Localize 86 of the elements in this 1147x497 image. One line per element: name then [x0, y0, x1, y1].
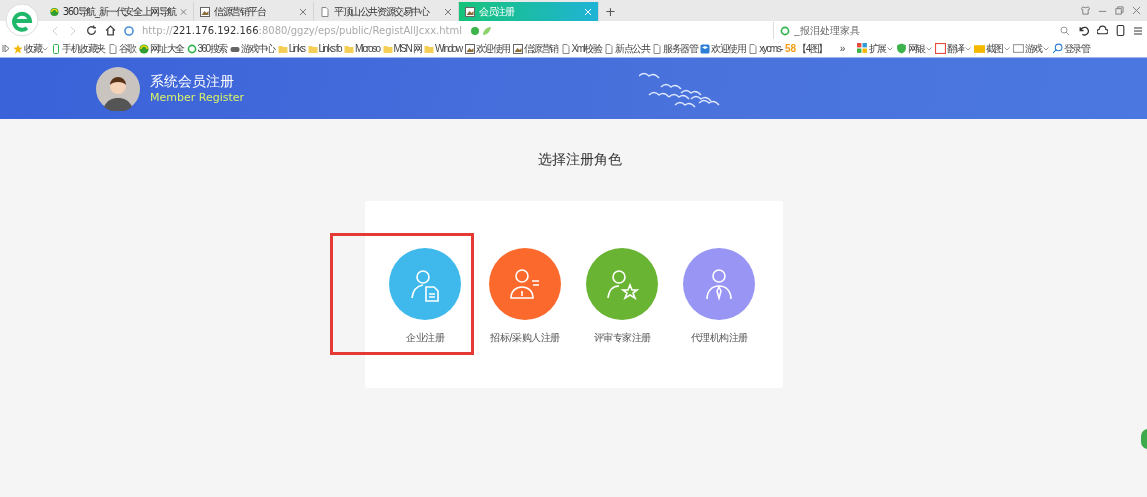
bookmark[interactable]: 游戏中心	[229, 41, 275, 56]
bookmark[interactable]: Microso	[344, 43, 380, 54]
restore-icon[interactable]	[1115, 6, 1124, 15]
toolbar-item[interactable]: 登录管	[1051, 41, 1090, 56]
image-icon	[464, 43, 475, 54]
folder-icon	[307, 43, 318, 54]
orb-icon	[138, 43, 149, 54]
folder-icon	[277, 43, 288, 54]
page-icon	[604, 43, 615, 54]
star-icon	[13, 43, 23, 54]
bookmark[interactable]: 收藏	[13, 41, 48, 56]
caret-icon	[925, 46, 932, 51]
globe-icon	[124, 25, 134, 36]
role-option[interactable]: 招标/采购人注册	[476, 248, 574, 345]
toolbar-item[interactable]: 截图	[973, 41, 1010, 56]
bookmark[interactable]: 信源营销	[512, 41, 558, 56]
avatar-icon	[96, 66, 140, 111]
page-icon	[560, 43, 571, 54]
shirt-icon[interactable]	[1081, 6, 1090, 15]
folder-icon	[344, 43, 354, 54]
header-title: 系统会员注册	[150, 73, 235, 91]
cloud-icon[interactable]	[1097, 25, 1108, 36]
bookmark[interactable]: Window	[424, 43, 462, 54]
bookmark[interactable]: Xml校验	[560, 41, 602, 56]
phone-icon[interactable]	[1116, 25, 1125, 36]
toolbar-item[interactable]: 网银	[895, 41, 932, 56]
bookmark[interactable]: xycms-	[748, 43, 782, 54]
bookmark[interactable]: 网址大全	[138, 41, 184, 56]
new-tab-button[interactable]: +	[605, 2, 616, 21]
bookmark[interactable]: 服务器管	[652, 41, 698, 56]
bookmark[interactable]: 手机收藏夹	[51, 41, 105, 56]
close-icon[interactable]	[179, 7, 187, 16]
image-icon	[512, 43, 523, 54]
folder-icon	[424, 43, 435, 54]
page-heading: 选择注册角色	[537, 151, 622, 169]
bookmark[interactable]: 360搜索	[186, 41, 227, 56]
undo-icon[interactable]	[1078, 25, 1089, 36]
reload-icon[interactable]	[86, 25, 97, 36]
apps-icon	[856, 43, 868, 54]
home-icon[interactable]	[105, 25, 116, 36]
search-engine-icon	[780, 25, 790, 36]
close-icon[interactable]	[444, 7, 452, 16]
folder-icon	[382, 43, 393, 54]
bookmark[interactable]: Links fo	[307, 43, 341, 54]
caret-icon	[42, 46, 48, 51]
sidebar-toggle-icon[interactable]	[2, 44, 10, 53]
bookmark[interactable]: 新点公共	[604, 41, 650, 56]
phone-icon	[51, 43, 61, 54]
cube-icon	[700, 43, 711, 54]
bookmark[interactable]: 欢迎使用	[700, 41, 746, 56]
bookmark[interactable]: Links	[277, 43, 305, 54]
logo-text: 58	[785, 43, 797, 54]
search-icon	[1051, 43, 1063, 54]
bookmark[interactable]: 谷歌	[107, 41, 136, 56]
page-icon	[652, 43, 663, 54]
toolbar-item[interactable]: 翻译	[934, 41, 971, 56]
image-icon	[465, 6, 475, 17]
role-option[interactable]: 代理机构注册	[670, 248, 768, 345]
page-icon	[748, 43, 759, 54]
toolbar-item[interactable]: 游戏	[1012, 41, 1049, 56]
url-field[interactable]: http://221.176.192.166:8080/ggzy/eps/public/RegistAllJcxx.html	[142, 25, 463, 36]
search-icon[interactable]	[1060, 25, 1070, 36]
caret-icon	[964, 46, 971, 51]
close-icon[interactable]	[1132, 6, 1141, 15]
header-subtitle: Member Register	[150, 91, 245, 104]
ring-icon	[186, 43, 197, 54]
caret-icon	[1003, 46, 1010, 51]
shield-icon	[895, 43, 907, 54]
bookmark[interactable]: 欢迎使用	[464, 41, 510, 56]
back-icon[interactable]	[50, 25, 60, 36]
page-icon	[320, 6, 330, 17]
caret-icon	[1042, 46, 1049, 51]
menu-icon[interactable]	[1133, 25, 1143, 36]
page-icon	[107, 43, 118, 54]
forward-icon[interactable]	[68, 25, 78, 36]
toolbar-item[interactable]: 扩展	[856, 41, 893, 56]
orb-icon	[50, 6, 59, 17]
role-option[interactable]: 评审专家注册	[573, 248, 671, 345]
bookmark[interactable]: MSN 网	[382, 41, 422, 56]
role-option[interactable]: 企业注册	[329, 233, 474, 355]
caret-icon	[886, 46, 893, 51]
close-icon[interactable]	[299, 7, 307, 16]
bookmark[interactable]: 58【4图】	[785, 41, 827, 56]
browser-logo-icon	[5, 3, 39, 37]
image-icon	[200, 6, 210, 17]
more-bookmarks-button[interactable]: »	[839, 43, 844, 54]
